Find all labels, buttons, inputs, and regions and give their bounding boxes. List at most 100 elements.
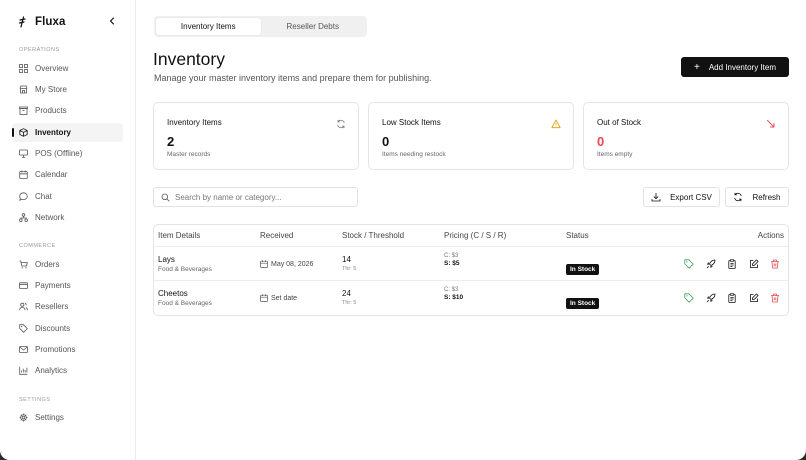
add-inventory-item-button[interactable]: + Add Inventory Item: [681, 57, 789, 77]
trash-icon[interactable]: [770, 293, 780, 303]
item-category: Food & Beverages: [158, 266, 212, 273]
refresh-label: Refresh: [752, 192, 781, 202]
item-category: Food & Beverages: [158, 300, 212, 307]
warning-icon: [551, 119, 561, 129]
app-window: Fluxa OPERATIONS Overview My Store Produ…: [0, 0, 806, 460]
sidebar-item-products[interactable]: Products: [12, 101, 123, 120]
sidebar-item-label: Products: [35, 106, 67, 115]
pricing-cell: C: $3 S: $10: [444, 287, 463, 301]
tag-icon[interactable]: [684, 293, 694, 303]
network-icon: [19, 213, 28, 222]
tag-icon: [19, 324, 28, 333]
sidebar-item-my-store[interactable]: My Store: [12, 80, 123, 99]
item-name: Cheetos: [158, 289, 188, 298]
row-actions: [684, 259, 780, 269]
package-icon: [19, 128, 28, 137]
section-label-settings: SETTINGS: [19, 397, 51, 403]
main-content: Inventory Items Reseller Debts Inventory…: [136, 0, 806, 460]
box-icon: [19, 106, 28, 115]
status-cell: In Stock: [566, 258, 600, 276]
sidebar-item-label: Chat: [35, 192, 52, 201]
sidebar-item-promotions[interactable]: Promotions: [12, 340, 123, 359]
search-input[interactable]: [175, 192, 345, 202]
stat-caption: Items empty: [597, 151, 633, 158]
store-icon: [19, 85, 28, 94]
row-actions: [684, 293, 780, 303]
export-csv-button[interactable]: Export CSV: [643, 187, 720, 207]
stat-value: 0: [382, 134, 390, 149]
sidebar-item-payments[interactable]: Payments: [12, 276, 123, 295]
received-cell[interactable]: May 08, 2026: [260, 260, 313, 268]
tab-reseller-debts[interactable]: Reseller Debts: [261, 18, 366, 35]
page-subtitle: Manage your master inventory items and p…: [154, 73, 432, 83]
stat-value: 0: [597, 134, 605, 149]
sidebar-item-label: Analytics: [35, 366, 68, 375]
sidebar-item-label: Settings: [35, 413, 64, 422]
sidebar-item-pos-offline[interactable]: POS (Offline): [12, 144, 123, 163]
search-box: [153, 187, 358, 207]
page-title: Inventory: [153, 49, 225, 69]
tag-icon[interactable]: [684, 259, 694, 269]
item-details-cell: Lays Food & Beverages: [158, 255, 212, 273]
rocket-icon[interactable]: [706, 259, 716, 269]
stat-title: Inventory Items: [167, 118, 222, 127]
stock-cell: 14 Thr: 5: [342, 255, 356, 272]
stat-caption: Master records: [167, 151, 211, 158]
sidebar-item-inventory[interactable]: Inventory: [12, 123, 123, 142]
status-cell: In Stock: [566, 292, 600, 310]
cart-icon: [19, 260, 28, 269]
sidebar-item-label: Payments: [35, 281, 71, 290]
cost-price: C: $3: [444, 287, 459, 293]
refresh-icon: [733, 192, 743, 202]
rocket-icon[interactable]: [706, 293, 716, 303]
sidebar-item-settings[interactable]: Settings: [12, 408, 123, 427]
brand: Fluxa: [18, 14, 66, 30]
sidebar-item-overview[interactable]: Overview: [12, 59, 123, 78]
stat-value: 2: [167, 134, 175, 149]
sidebar-item-resellers[interactable]: Resellers: [12, 297, 123, 316]
brand-name: Fluxa: [35, 16, 66, 28]
section-label-operations: OPERATIONS: [19, 47, 60, 53]
grid-icon: [19, 64, 28, 73]
download-icon: [651, 192, 661, 202]
sidebar-item-label: Orders: [35, 260, 60, 269]
trash-icon[interactable]: [770, 259, 780, 269]
monitor-icon: [19, 149, 28, 158]
chevron-left-icon: [109, 17, 115, 25]
item-details-cell: Cheetos Food & Beverages: [158, 289, 212, 307]
gear-icon: [19, 413, 28, 422]
pricing-cell: C: $3 S: $5: [444, 253, 460, 267]
card-icon: [19, 281, 28, 290]
tab-inventory-items[interactable]: Inventory Items: [156, 18, 261, 35]
sidebar-item-label: Overview: [35, 64, 69, 73]
edit-icon[interactable]: [749, 259, 759, 269]
received-date: Set date: [271, 294, 298, 302]
received-cell[interactable]: Set date: [260, 294, 297, 302]
status-badge: In Stock: [566, 264, 600, 275]
item-name: Lays: [158, 255, 175, 264]
sidebar-item-network[interactable]: Network: [12, 208, 123, 227]
clipboard-icon[interactable]: [727, 293, 737, 303]
sidebar-item-orders[interactable]: Orders: [12, 255, 123, 274]
sidebar-item-label: Promotions: [35, 345, 76, 354]
stock-cell: 24 Thr: 5: [342, 289, 356, 306]
refresh-button[interactable]: Refresh: [725, 187, 789, 207]
sidebar-item-label: Inventory: [35, 128, 72, 137]
mail-icon: [19, 345, 28, 354]
sidebar-item-analytics[interactable]: Analytics: [12, 361, 123, 380]
sidebar-item-label: Network: [35, 213, 65, 222]
stock-value: 24: [342, 289, 351, 298]
sidebar-item-chat[interactable]: Chat: [12, 187, 123, 206]
stat-title: Out of Stock: [597, 118, 642, 127]
sidebar-item-discounts[interactable]: Discounts: [12, 319, 123, 338]
sidebar-item-calendar[interactable]: Calendar: [12, 165, 123, 184]
stat-card-low-stock: Low Stock Items 0 Items needing restock: [368, 102, 574, 170]
calendar-icon: [260, 294, 268, 302]
export-csv-label: Export CSV: [670, 192, 712, 202]
clipboard-icon[interactable]: [727, 259, 737, 269]
collapse-sidebar-button[interactable]: [106, 15, 118, 27]
sidebar-item-label: Calendar: [35, 170, 68, 179]
stat-card-inventory-items: Inventory Items 2 Master records: [153, 102, 359, 170]
column-header: Received: [260, 231, 294, 240]
edit-icon[interactable]: [749, 293, 759, 303]
